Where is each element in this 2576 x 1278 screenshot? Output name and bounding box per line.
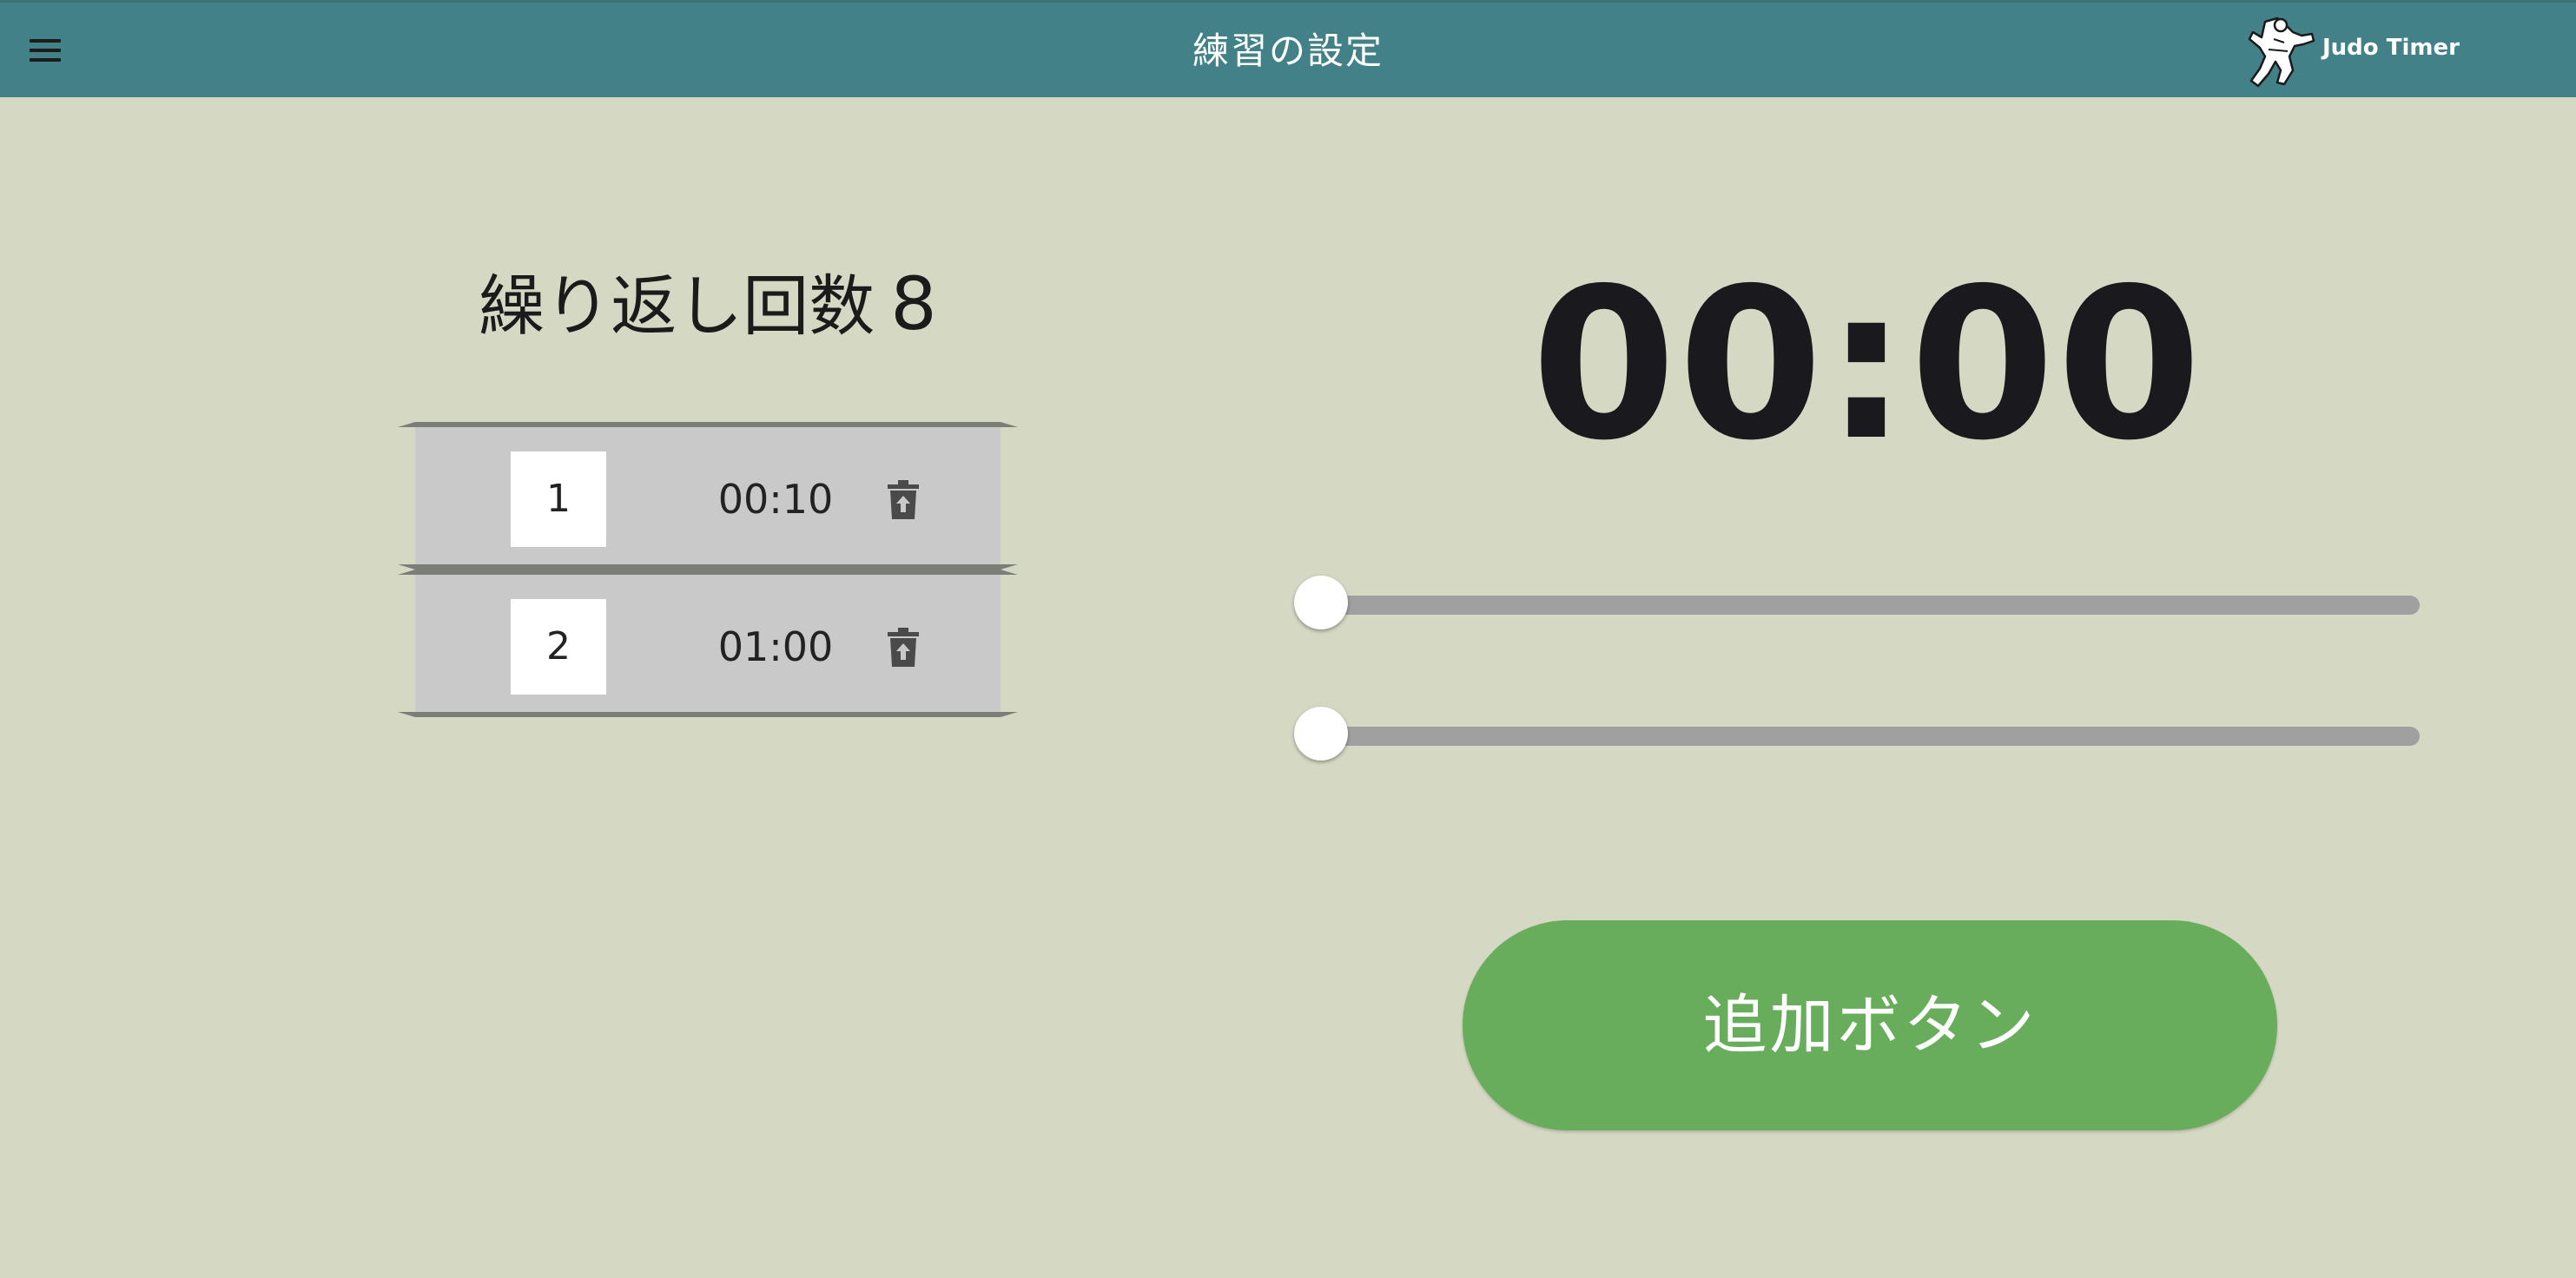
repeat-label: 繰り返し回数	[479, 267, 875, 345]
segment-number[interactable]: 1	[511, 451, 606, 547]
segment-panel: 2 01:00	[415, 575, 1001, 712]
minutes-slider[interactable]	[1294, 576, 2420, 633]
slider-track[interactable]	[1322, 596, 2420, 615]
segment-time[interactable]: 01:00	[676, 599, 875, 695]
segment-row: 2 01:00	[398, 570, 1018, 717]
trash-icon[interactable]	[884, 479, 922, 521]
brand-name: Judo Timer	[2322, 35, 2460, 61]
add-button[interactable]: 追加ボタン	[1463, 920, 2277, 1130]
segment-list: 1 00:10 2 01:00	[398, 422, 1018, 717]
repeat-count-heading: 繰り返し回数 8	[339, 260, 1077, 350]
trash-icon[interactable]	[884, 627, 922, 669]
timer-display: 00:00	[1531, 243, 2203, 486]
page-title: 練習の設定	[1192, 30, 1384, 72]
segment-number[interactable]: 2	[511, 599, 606, 695]
judo-logo-icon	[2248, 16, 2315, 88]
app-bar: 練習の設定 Judo Timer	[0, 0, 2576, 97]
slider-track[interactable]	[1322, 727, 2420, 746]
app-logo: Judo Timer	[2239, 13, 2460, 91]
segment-panel: 1 00:10	[415, 427, 1001, 564]
slider-thumb[interactable]	[1294, 707, 1348, 761]
row-bevel	[398, 712, 1018, 717]
segment-time[interactable]: 00:10	[676, 451, 875, 547]
segment-row: 1 00:10	[398, 422, 1018, 570]
slider-thumb[interactable]	[1294, 576, 1348, 629]
seconds-slider[interactable]	[1294, 707, 2420, 764]
repeat-count[interactable]: 8	[890, 261, 936, 346]
